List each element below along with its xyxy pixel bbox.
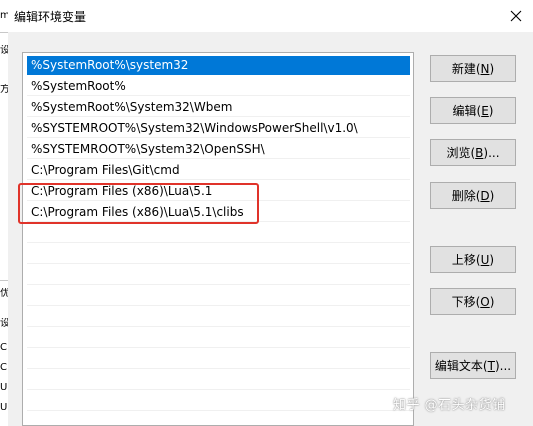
path-list-item[interactable]: C:\Program Files (x86)\Lua\5.1 [27,182,410,201]
browse-button-tail: )... [483,145,500,160]
background-text: 方 [0,84,8,95]
path-list-item[interactable]: %SystemRoot%\system32 [27,56,410,75]
edit-button-hotkey: E [481,103,489,118]
delete-button-label: 删除( [451,189,481,203]
empty-list-row [27,266,410,285]
path-list-item[interactable]: C:\Program Files (x86)\Lua\5.1\clibs [27,203,410,222]
title-bar[interactable]: 编辑环境变量 [8,0,533,32]
empty-list-row [27,308,410,327]
background-text: m [0,10,8,21]
empty-list-row [27,371,410,390]
background-divider [0,280,8,281]
path-list[interactable]: %SystemRoot%\system32 %SystemRoot% %Syst… [22,52,414,426]
edit-button-label: 编辑( [452,104,482,118]
dialog-title: 编辑环境变量 [14,10,87,24]
background-text: 设 [0,45,8,56]
browse-button-hotkey: B [475,145,484,160]
browse-button[interactable]: 浏览(B)... [430,139,516,166]
browse-button-label: 浏览( [446,146,476,160]
edit-text-button-tail: )... [494,358,512,373]
move-up-button[interactable]: 上移(U) [430,246,516,273]
edit-text-button[interactable]: 编辑文本(T)... [430,352,516,379]
background-text: U [0,382,8,393]
background-text: C [0,342,7,353]
move-down-button-tail: ) [489,294,495,309]
background-text: C [0,362,7,373]
path-list-item[interactable]: %SYSTEMROOT%\System32\WindowsPowerShell\… [27,119,410,138]
move-down-button-label: 下移( [451,295,481,309]
new-button[interactable]: 新建(N) [430,55,516,82]
empty-list-row [27,245,410,264]
empty-list-row [27,329,410,348]
empty-list-row [27,224,410,243]
path-list-item[interactable]: C:\Program Files\Git\cmd [27,161,410,180]
edit-text-button-hotkey: T [487,358,495,373]
move-down-button-hotkey: O [480,294,490,309]
delete-button-tail: ) [489,188,495,203]
background-text: 设 [0,318,8,329]
empty-list-row [27,287,410,306]
edit-environment-variable-dialog: 编辑环境变量 %SystemRoot%\system32 %SystemRoot… [8,0,533,426]
background-text: U [0,402,8,413]
new-button-label: 新建( [451,62,481,76]
move-down-button[interactable]: 下移(O) [430,288,516,315]
background-divider [0,32,8,33]
empty-list-row [27,392,410,411]
empty-list-row [27,350,410,369]
move-up-button-label: 上移( [451,253,481,267]
move-up-button-tail: ) [489,252,495,267]
background-window: m 设 方 优 设 C C U U [0,0,8,426]
background-text: 优 [0,288,8,299]
edit-text-button-label: 编辑文本( [434,359,488,373]
path-list-item[interactable]: %SystemRoot% [27,77,410,96]
close-button[interactable] [499,0,533,32]
close-icon [510,10,522,22]
new-button-tail: ) [489,61,495,76]
path-list-item[interactable]: %SystemRoot%\System32\Wbem [27,98,410,117]
path-list-item[interactable]: %SYSTEMROOT%\System32\OpenSSH\ [27,140,410,159]
new-button-hotkey: N [480,61,490,76]
edit-button-tail: ) [488,103,494,118]
edit-button[interactable]: 编辑(E) [430,97,516,124]
move-up-button-hotkey: U [480,252,490,267]
delete-button[interactable]: 删除(D) [430,182,516,209]
watermark-text: 知乎 @石头杂货铺 [393,398,506,413]
delete-button-hotkey: D [480,188,490,203]
